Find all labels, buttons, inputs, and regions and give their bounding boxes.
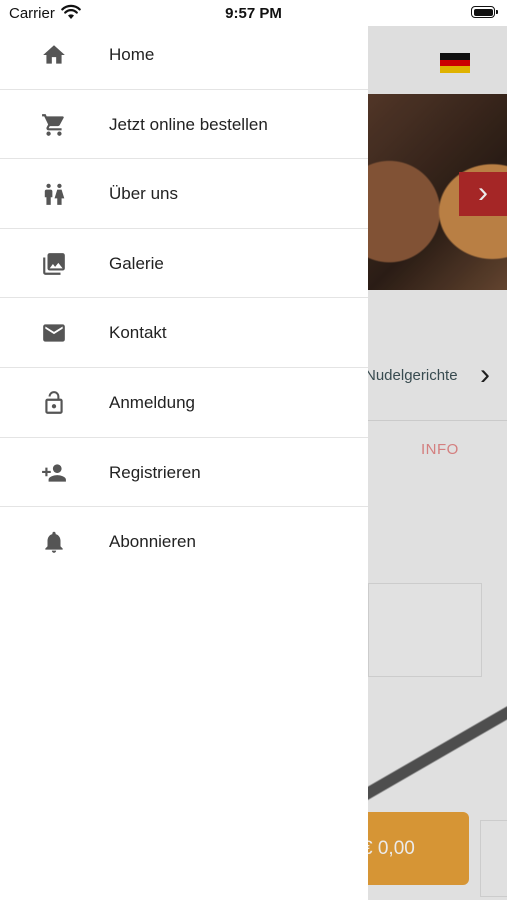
- menu-item-home[interactable]: Home: [0, 20, 368, 90]
- menu-item-subscribe[interactable]: Abonnieren: [0, 507, 368, 577]
- status-bar: Carrier 9:57 PM: [0, 0, 507, 26]
- home-icon: [41, 42, 67, 68]
- menu-item-label: Home: [109, 45, 155, 64]
- menu-item-gallery[interactable]: Galerie: [0, 229, 368, 299]
- people-icon: [41, 181, 67, 207]
- navigation-drawer: Home Jetzt online bestellen Über uns Gal…: [0, 20, 368, 900]
- drawer-menu: Home Jetzt online bestellen Über uns Gal…: [0, 20, 368, 577]
- bell-icon: [41, 529, 67, 555]
- menu-item-register[interactable]: Registrieren: [0, 438, 368, 508]
- menu-item-label: Abonnieren: [109, 532, 196, 552]
- cart-icon: [41, 112, 67, 138]
- gallery-icon: [41, 251, 67, 277]
- menu-item-label: Jetzt online bestellen: [109, 114, 268, 134]
- menu-item-label: Über uns: [109, 184, 178, 204]
- menu-item-label: Anmeldung: [109, 392, 196, 412]
- menu-item-contact[interactable]: Kontakt: [0, 298, 368, 368]
- menu-item-login[interactable]: Anmeldung: [0, 368, 368, 438]
- menu-item-order-online[interactable]: Jetzt online bestellen: [0, 90, 368, 160]
- add-person-icon: [41, 460, 67, 486]
- menu-item-about-us[interactable]: Über uns: [0, 159, 368, 229]
- battery-icon: [471, 6, 498, 18]
- mail-icon: [41, 320, 67, 346]
- lock-icon: [41, 390, 67, 416]
- clock: 9:57 PM: [225, 5, 282, 22]
- menu-item-label: Galerie: [109, 253, 164, 273]
- menu-item-label: Registrieren: [109, 462, 201, 482]
- menu-item-label: Kontakt: [109, 323, 167, 343]
